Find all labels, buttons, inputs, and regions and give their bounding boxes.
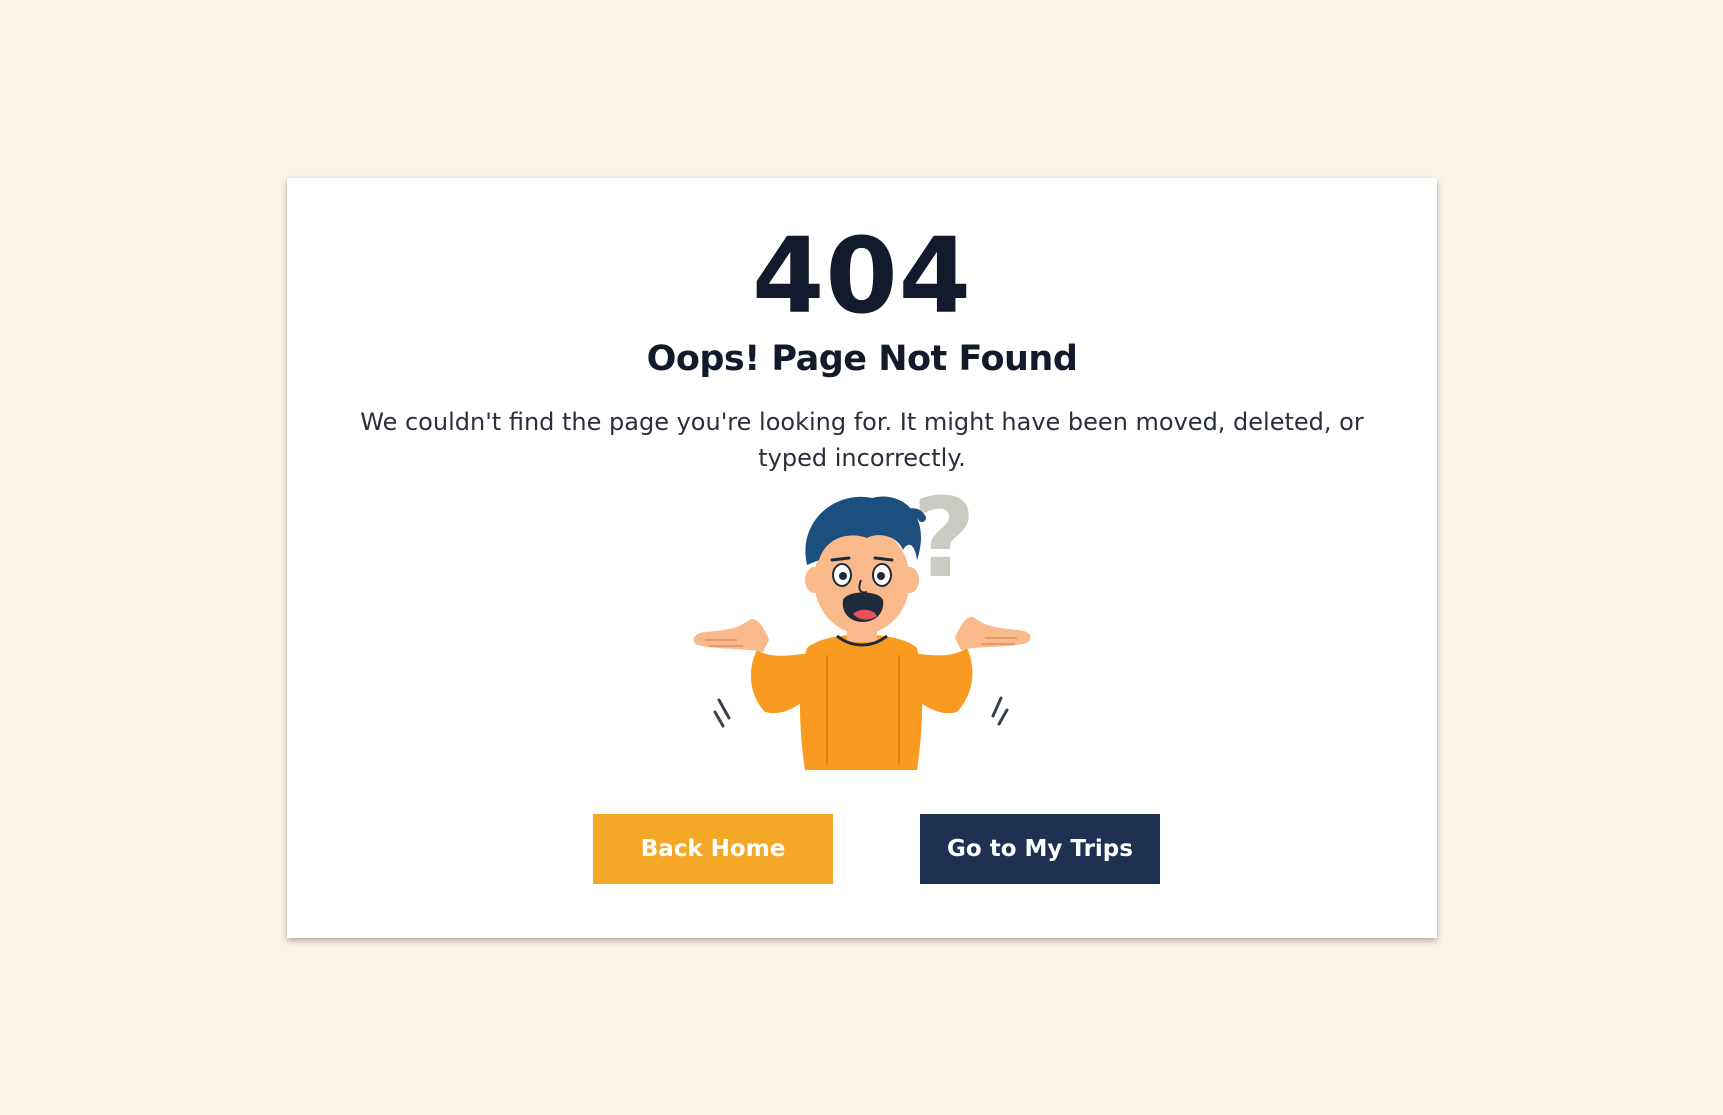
error-card: 404 Oops! Page Not Found We couldn't fin… <box>287 178 1437 938</box>
back-home-button[interactable]: Back Home <box>593 814 833 884</box>
confused-person-icon: ? <box>693 480 1031 770</box>
error-message: We couldn't find the page you're looking… <box>360 408 1364 472</box>
error-code: 404 <box>751 215 973 337</box>
question-mark-icon: ? <box>912 480 976 602</box>
my-trips-button[interactable]: Go to My Trips <box>920 814 1160 884</box>
error-title: Oops! Page Not Found <box>646 339 1078 379</box>
